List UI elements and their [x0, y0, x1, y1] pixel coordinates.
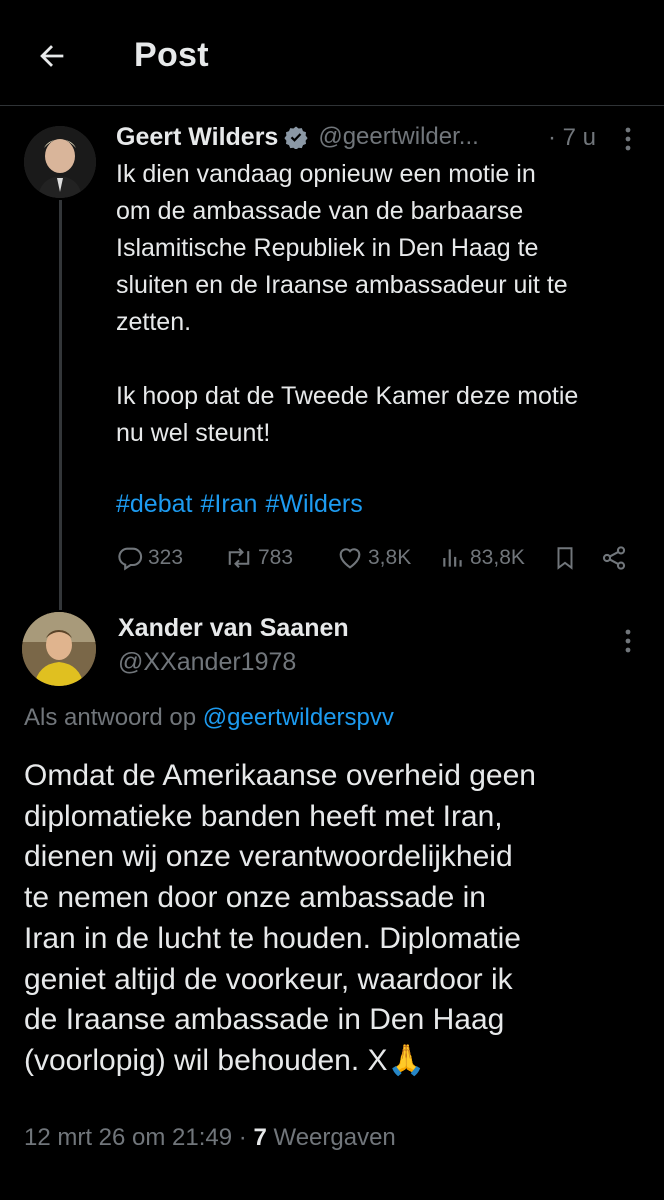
- more-vertical-icon: [625, 127, 631, 151]
- reply-count: 323: [148, 546, 184, 569]
- verified-badge-icon: [284, 125, 308, 149]
- reply-timestamp[interactable]: 12 mrt 26 om 21:49 ·: [24, 1124, 247, 1151]
- top-bar: Post: [0, 0, 664, 106]
- arrow-left-icon: [40, 45, 64, 67]
- bar-chart-icon: [443, 549, 462, 567]
- post-line: Ik dien vandaag opnieuw een motie in: [116, 160, 536, 188]
- share-button[interactable]: [600, 538, 632, 578]
- thread-connector-line: [59, 200, 62, 610]
- post-line: sluiten en de Iraanse ambassadeur uit te: [116, 271, 568, 299]
- back-button[interactable]: [30, 34, 74, 78]
- view-count: 83,8K: [470, 546, 525, 569]
- bookmark-button[interactable]: [552, 538, 582, 578]
- more-vertical-icon: [625, 629, 631, 653]
- avatar-portrait: [24, 126, 96, 198]
- page-title: Post: [134, 36, 209, 74]
- avatar-portrait: [22, 612, 96, 686]
- reply-mention-link[interactable]: @geertwilderspvv: [203, 704, 394, 731]
- post-line: Ik hoop dat de Tweede Kamer deze motie: [116, 382, 579, 410]
- reply-author-name[interactable]: Xander van Saanen: [118, 614, 349, 643]
- reply-views-count: 7: [253, 1124, 267, 1151]
- post-line: om de ambassade van de barbaarse: [116, 197, 524, 225]
- reply-line: Iran in de lucht te houden. Diplomatie: [24, 921, 521, 955]
- reply-line: de Iraanse ambassade in Den Haag: [24, 1003, 505, 1037]
- post-text: Ik dien vandaag opnieuw een motie in om …: [116, 156, 646, 452]
- comment-icon: [118, 547, 143, 571]
- views-button[interactable]: 83,8K: [440, 538, 525, 578]
- reply-author-avatar[interactable]: [22, 612, 96, 686]
- author-name[interactable]: Geert Wilders: [116, 123, 278, 152]
- reply-views-label: Weergaven: [273, 1124, 396, 1151]
- reply-button[interactable]: 323: [116, 538, 183, 578]
- author-handle[interactable]: @geertwilder...: [318, 123, 478, 151]
- post-line: Islamitische Republiek in Den Haag te: [116, 234, 539, 262]
- reply-meta: 12 mrt 26 om 21:49 · 7 Weergaven: [24, 1124, 396, 1152]
- heart-icon: [339, 548, 361, 569]
- hashtag-link[interactable]: #Iran: [200, 490, 257, 518]
- reply-line: te nemen door onze ambassade in: [24, 881, 486, 915]
- reply-line: geniet altijd de voorkeur, waardoor ik: [24, 962, 513, 996]
- reply-text: Omdat de Amerikaanse overheid geen diplo…: [24, 756, 644, 1082]
- repost-icon: [228, 548, 250, 568]
- post-line: zetten.: [116, 308, 192, 336]
- reply-author-handle[interactable]: @XXander1978: [118, 648, 296, 677]
- more-options-button[interactable]: [618, 124, 638, 154]
- reply-line: (voorlopig) wil behouden. X🙏: [24, 1043, 425, 1077]
- reply-more-options-button[interactable]: [618, 626, 638, 656]
- like-button[interactable]: 3,8K: [336, 538, 411, 578]
- reply-line: Omdat de Amerikaanse overheid geen: [24, 759, 536, 792]
- post-time[interactable]: · 7 u: [548, 124, 596, 152]
- reply-context: Als antwoord op @geertwilderspvv: [24, 704, 394, 732]
- hashtag-link[interactable]: #debat: [116, 490, 192, 518]
- like-count: 3,8K: [368, 546, 412, 569]
- repost-count: 783: [258, 546, 294, 569]
- hashtag-list: #debat #Iran #Wilders: [116, 490, 371, 519]
- share-icon: [602, 546, 626, 570]
- author-avatar[interactable]: [24, 126, 96, 198]
- reply-line: diplomatieke banden heeft met Iran,: [24, 799, 503, 833]
- post-line: nu wel steunt!: [116, 419, 271, 447]
- repost-button[interactable]: 783: [224, 538, 293, 578]
- bookmark-icon: [557, 547, 573, 570]
- hashtag-link[interactable]: #Wilders: [265, 490, 362, 518]
- reply-line: dienen wij onze verantwoordelijkheid: [24, 840, 513, 874]
- reply-prefix: Als antwoord op: [24, 704, 197, 731]
- post-actions: 323 783 3,8K 83,8K: [116, 538, 636, 578]
